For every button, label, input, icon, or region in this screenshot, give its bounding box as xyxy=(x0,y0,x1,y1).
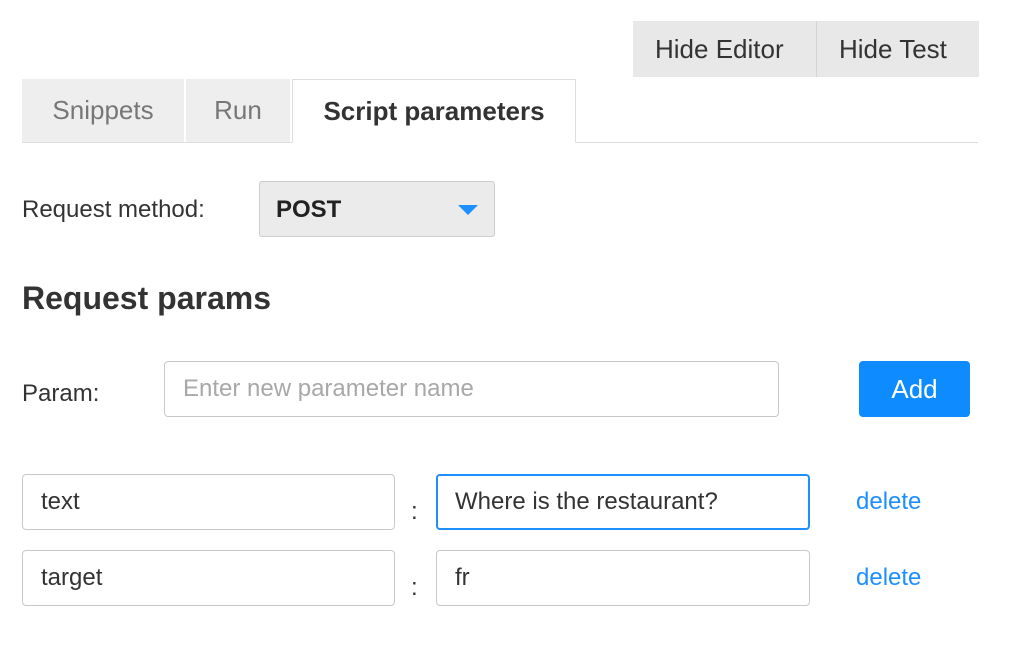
tab-run[interactable]: Run xyxy=(186,79,290,142)
request-method-label: Request method: xyxy=(22,196,205,223)
delete-param-link[interactable]: delete xyxy=(856,488,921,516)
hide-test-button[interactable]: Hide Test xyxy=(817,21,979,77)
caret-down-icon xyxy=(458,205,478,215)
delete-param-link[interactable]: delete xyxy=(856,564,921,592)
param-key-input[interactable] xyxy=(22,474,395,530)
tab-script-parameters[interactable]: Script parameters xyxy=(292,79,576,143)
hide-editor-button[interactable]: Hide Editor xyxy=(633,21,817,77)
request-method-select[interactable]: POST xyxy=(259,181,495,237)
key-value-separator: : xyxy=(411,498,418,525)
param-key-input[interactable] xyxy=(22,550,395,606)
view-toggle-group: Hide Editor Hide Test xyxy=(633,21,979,77)
key-value-separator: : xyxy=(411,574,418,601)
section-title: Request params xyxy=(22,280,271,316)
tab-bar: Snippets Run Script parameters xyxy=(22,79,978,143)
request-method-value: POST xyxy=(276,196,342,223)
add-param-button[interactable]: Add xyxy=(859,361,970,417)
new-param-input[interactable] xyxy=(164,361,779,417)
param-label: Param: xyxy=(22,380,100,407)
param-value-input[interactable] xyxy=(436,550,810,606)
param-value-input[interactable] xyxy=(436,474,810,530)
tab-snippets[interactable]: Snippets xyxy=(22,79,184,142)
